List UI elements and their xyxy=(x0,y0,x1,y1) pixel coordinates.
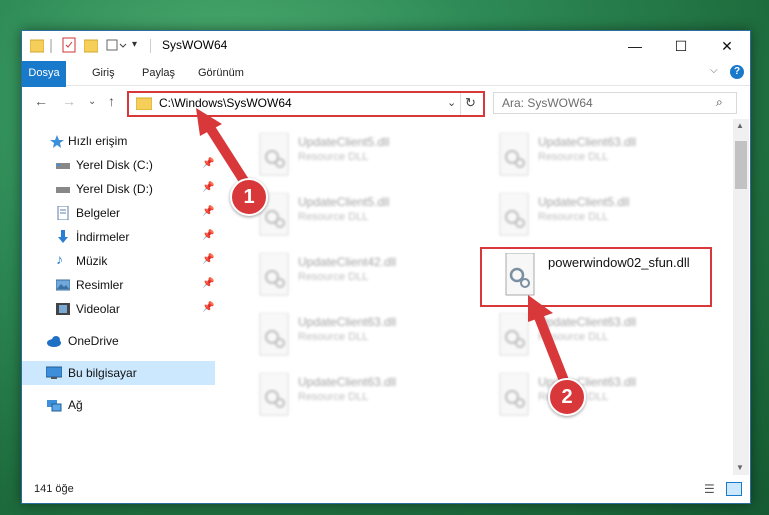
arrow-2 xyxy=(532,307,568,383)
arrow-1 xyxy=(202,118,251,189)
step-badge-1: 1 xyxy=(230,178,268,216)
annotation-arrows xyxy=(196,108,568,383)
step-badge-2: 2 xyxy=(548,378,586,416)
